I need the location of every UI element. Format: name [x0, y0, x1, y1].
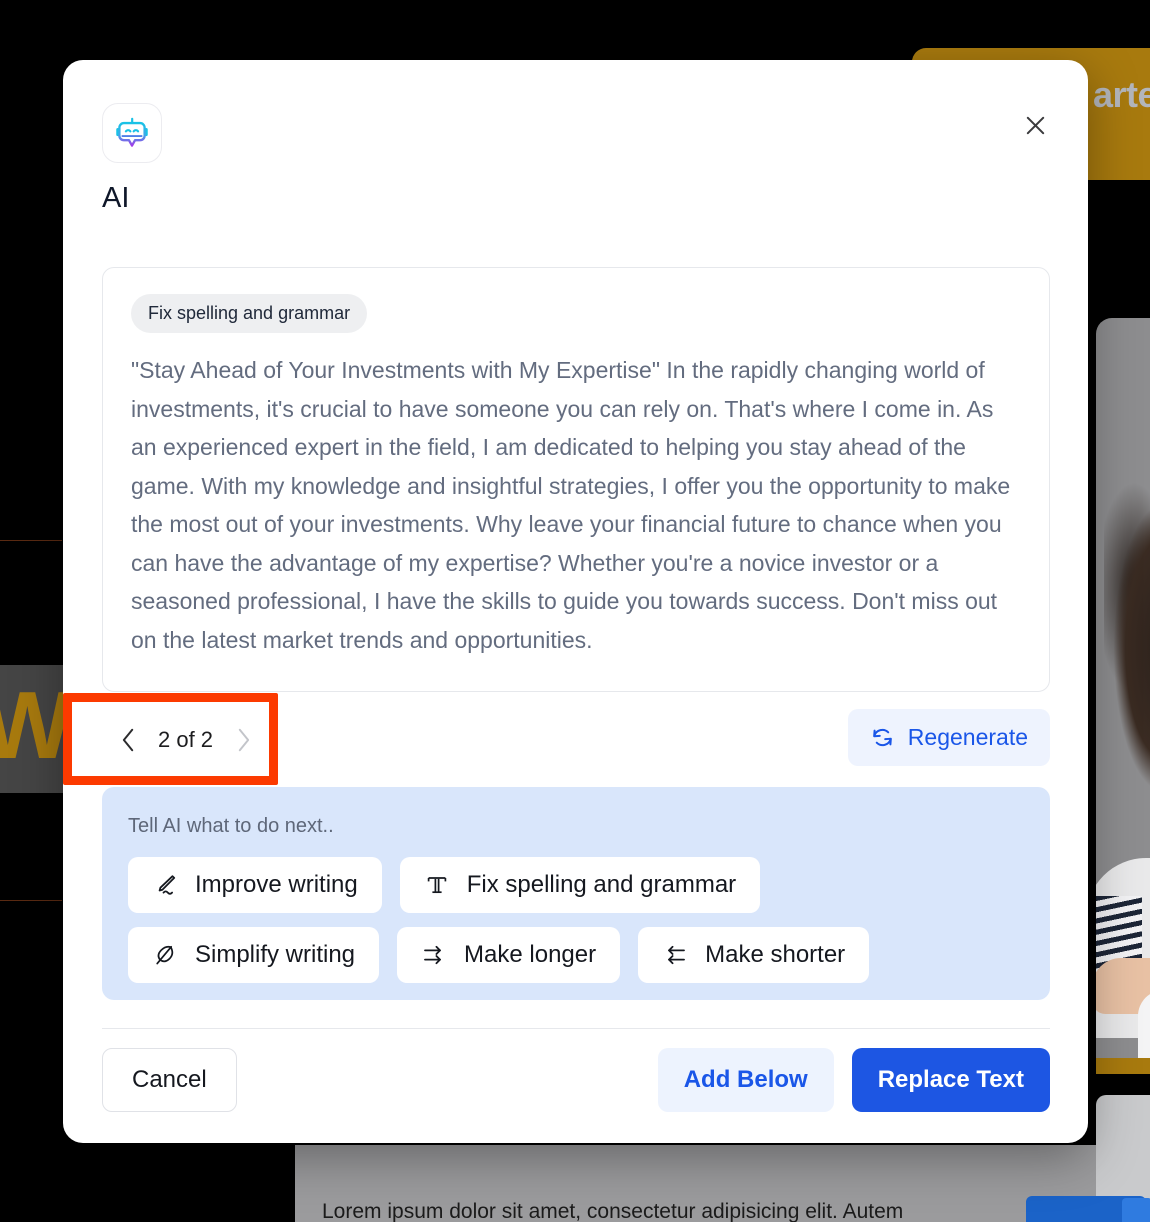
- ai-modal: AI Fix spelling and grammar "Stay Ahead …: [63, 60, 1088, 1143]
- pagination-label: 2 of 2: [158, 727, 214, 752]
- ai-robot-icon: [102, 103, 162, 163]
- chevron-left-icon[interactable]: [116, 725, 140, 755]
- pencil-edit-icon: [152, 872, 178, 898]
- result-pager-row: 2 of 2 Regenerate: [102, 708, 1050, 772]
- pagination-control[interactable]: 2 of 2: [102, 708, 255, 772]
- footer-divider: [102, 1028, 1050, 1029]
- suggestion-row: Simplify writing Make longer Make shorte…: [128, 927, 1024, 983]
- background-divider-line: [0, 900, 62, 901]
- ai-suggestions-panel: Tell AI what to do next.. Improve writin…: [102, 787, 1050, 1000]
- regenerate-button[interactable]: Regenerate: [847, 709, 1050, 766]
- background-gold-panel-text: arted: [1093, 74, 1150, 115]
- chevron-right-icon[interactable]: [231, 725, 255, 755]
- background-blue-button-secondary: [1122, 1198, 1150, 1222]
- photo-hair: [1104, 468, 1150, 898]
- ai-result-text: "Stay Ahead of Your Investments with My …: [131, 357, 1011, 653]
- suggestion-make-longer[interactable]: Make longer: [397, 927, 621, 983]
- suggestion-fix-spelling-grammar[interactable]: Fix spelling and grammar: [399, 857, 761, 913]
- arrows-expand-right-icon: [421, 942, 447, 968]
- suggestions-hint: Tell AI what to do next..: [128, 815, 334, 837]
- refresh-icon: [870, 725, 895, 750]
- suggestion-label: Simplify writing: [195, 941, 356, 968]
- ai-result-card: Fix spelling and grammar "Stay Ahead of …: [102, 267, 1050, 692]
- suggestion-label: Make shorter: [705, 941, 846, 968]
- feather-quill-icon: [152, 942, 178, 968]
- arrows-contract-left-icon: [662, 942, 688, 968]
- add-below-button[interactable]: Add Below: [657, 1048, 834, 1112]
- replace-text-button[interactable]: Replace Text: [851, 1048, 1050, 1112]
- suggestion-improve-writing[interactable]: Improve writing: [128, 857, 382, 913]
- background-tile-letter: W: [0, 672, 73, 779]
- page-title: AI: [102, 182, 130, 214]
- suggestion-label: Improve writing: [195, 871, 358, 898]
- suggestion-row: Improve writing Fix spelling and grammar: [128, 857, 1024, 913]
- background-paragraph: Lorem ipsum dolor sit amet, consectetur …: [322, 1200, 904, 1222]
- suggestion-label: Fix spelling and grammar: [466, 871, 737, 898]
- modal-footer: Cancel Add Below Replace Text: [102, 1045, 1050, 1115]
- cancel-button[interactable]: Cancel: [102, 1048, 237, 1112]
- suggestion-label: Make longer: [464, 941, 597, 968]
- regenerate-label: Regenerate: [907, 724, 1028, 750]
- result-action-chip: Fix spelling and grammar: [131, 294, 368, 333]
- background-photo-panel: [1096, 318, 1150, 1058]
- suggestion-simplify-writing[interactable]: Simplify writing: [128, 927, 380, 983]
- double-struck-t-icon: [424, 872, 450, 898]
- close-icon[interactable]: [1015, 105, 1055, 145]
- background-divider-line: [0, 540, 62, 541]
- background-gold-strip: [1096, 1058, 1150, 1074]
- suggestion-make-shorter[interactable]: Make shorter: [638, 927, 870, 983]
